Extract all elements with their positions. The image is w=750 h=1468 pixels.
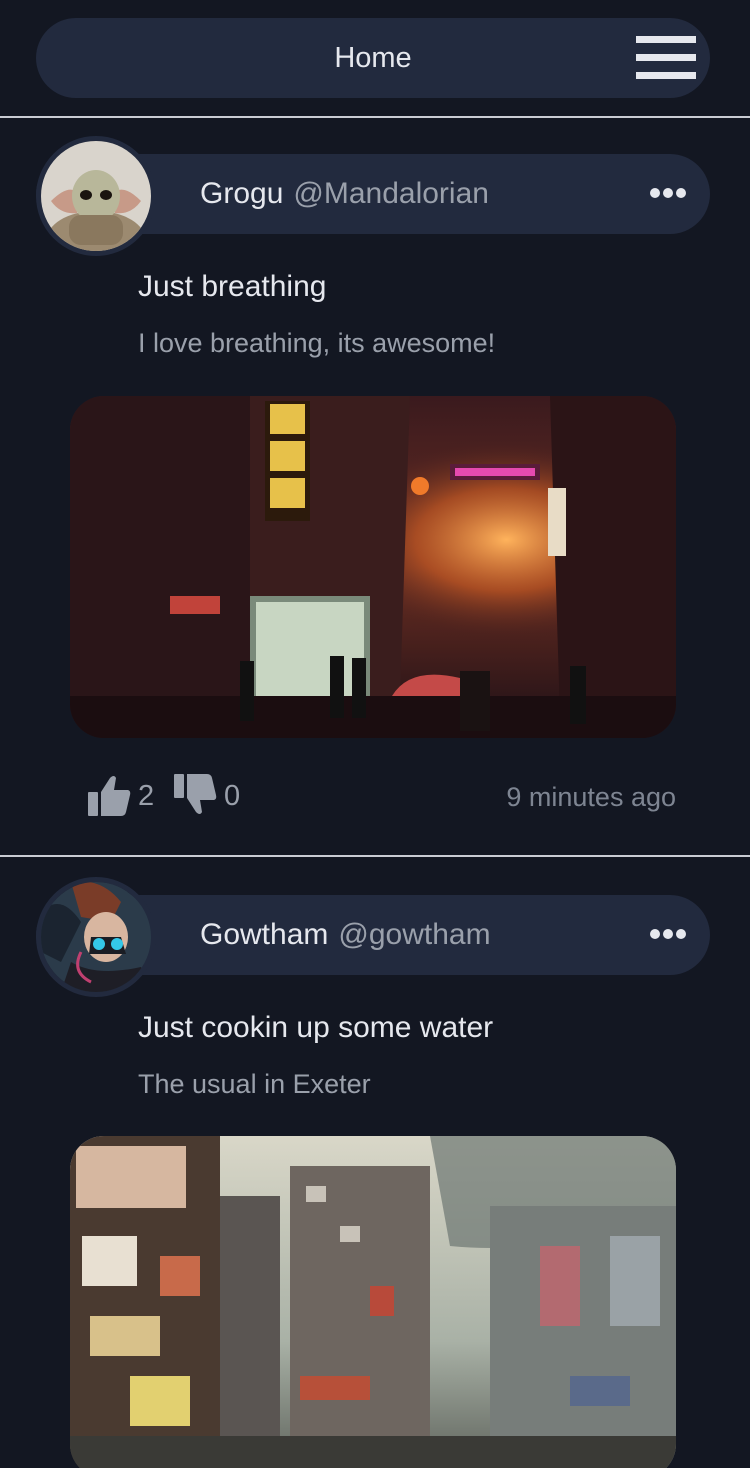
post-image[interactable] — [70, 396, 676, 738]
header-divider — [0, 116, 750, 118]
futuristic-city-image — [70, 1136, 676, 1468]
avatar[interactable] — [36, 136, 156, 256]
author-handle[interactable]: @Mandalorian — [293, 177, 489, 210]
avatar-gowtham-image — [41, 882, 151, 992]
author-handle[interactable]: @gowtham — [338, 918, 490, 951]
page-title: Home — [334, 42, 412, 74]
hamburger-menu-icon[interactable] — [636, 36, 696, 80]
like-button[interactable]: 2 — [86, 772, 156, 820]
more-options-icon[interactable] — [650, 925, 686, 945]
thumbs-down-icon — [174, 774, 217, 814]
author-name[interactable]: Gowtham — [200, 918, 328, 951]
post-card: Grogu @Mandalorian Just breathing I love … — [0, 136, 750, 846]
post-timestamp: 9 minutes ago — [506, 782, 676, 812]
post-title: Just cookin up some water — [138, 1011, 494, 1044]
post-title: Just breathing — [138, 270, 327, 303]
post-body: I love breathing, its awesome! — [138, 328, 496, 358]
post-divider — [0, 855, 750, 857]
top-nav-bar: Home — [36, 18, 710, 98]
avatar-grogu-image — [41, 141, 151, 251]
post-actions: 2 0 — [86, 772, 286, 820]
post-body: The usual in Exeter — [138, 1069, 371, 1099]
more-options-icon[interactable] — [650, 184, 686, 204]
dislike-button[interactable]: 0 — [172, 772, 242, 820]
app-root: Home Grogu @Mandalorian Just breathing I… — [0, 0, 750, 1468]
author-name[interactable]: Grogu — [200, 177, 283, 210]
thumbs-up-icon — [88, 776, 131, 816]
post-image[interactable] — [70, 1136, 676, 1468]
avatar[interactable] — [36, 877, 156, 997]
like-count: 2 — [138, 780, 155, 812]
cyberpunk-alley-image — [70, 396, 676, 738]
dislike-count: 0 — [224, 780, 241, 812]
post-card: Gowtham @gowtham Just cookin up some wate… — [0, 877, 750, 1468]
